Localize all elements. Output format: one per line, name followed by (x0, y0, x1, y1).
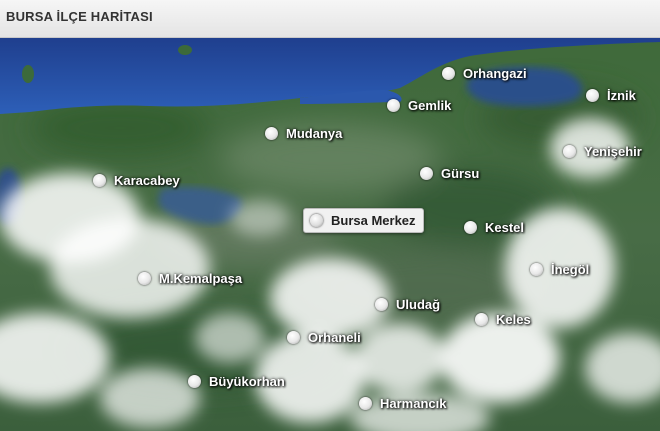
district-label: İnegöl (551, 262, 590, 277)
district-label: Yenişehir (584, 144, 642, 159)
marker-dot-icon (442, 67, 455, 80)
district-marker[interactable]: Büyükorhan (188, 374, 285, 389)
district-marker[interactable]: Bursa Merkez (303, 208, 424, 233)
marker-dot-icon (387, 99, 400, 112)
marker-dot-icon (464, 221, 477, 234)
district-label: Karacabey (114, 173, 180, 188)
marker-dot-icon (563, 145, 576, 158)
district-map[interactable]: Orhangazi İznik Gemlik Mudanya Yenişehir Kara… (0, 38, 660, 431)
marker-dot-icon (375, 298, 388, 311)
marker-dot-icon (265, 127, 278, 140)
marker-dot-icon (93, 174, 106, 187)
district-label: Kestel (485, 220, 525, 235)
district-label: İznik (607, 88, 636, 103)
district-marker[interactable]: Gemlik (387, 98, 451, 113)
district-label: Büyükorhan (209, 374, 285, 389)
district-label: Harmancık (380, 396, 447, 411)
district-marker[interactable]: Kestel (464, 220, 524, 235)
district-label: Gürsu (441, 166, 480, 181)
district-marker[interactable]: Orhangazi (442, 66, 527, 81)
district-label: Orhaneli (308, 330, 361, 345)
district-label: Keles (496, 312, 531, 327)
marker-dot-icon (475, 313, 488, 326)
district-marker[interactable]: Yenişehir (563, 144, 642, 159)
marker-dot-icon (530, 263, 543, 276)
marker-dot-icon (310, 214, 323, 227)
district-marker[interactable]: Mudanya (265, 126, 342, 141)
marker-dot-icon (287, 331, 300, 344)
district-marker[interactable]: İznik (586, 88, 636, 103)
district-label: M.Kemalpaşa (159, 271, 243, 286)
district-marker[interactable]: M.Kemalpaşa (138, 271, 242, 286)
marker-dot-icon (138, 272, 151, 285)
district-marker[interactable]: Keles (475, 312, 531, 327)
district-label: Uludağ (396, 297, 441, 312)
marker-dot-icon (586, 89, 599, 102)
district-marker[interactable]: İnegöl (530, 262, 589, 277)
district-label: Gemlik (408, 98, 452, 113)
district-label: Mudanya (286, 126, 343, 141)
district-marker[interactable]: Uludağ (375, 297, 440, 312)
satellite-map-background (0, 38, 660, 431)
district-marker[interactable]: Karacabey (93, 173, 180, 188)
district-label: Bursa Merkez (331, 213, 416, 228)
district-label: Orhangazi (463, 66, 527, 81)
header-bar: BURSA İLÇE HARİTASI (0, 0, 660, 38)
district-marker[interactable]: Gürsu (420, 166, 479, 181)
page-title: BURSA İLÇE HARİTASI (6, 9, 153, 24)
district-marker[interactable]: Orhaneli (287, 330, 361, 345)
district-marker[interactable]: Harmancık (359, 396, 446, 411)
marker-dot-icon (188, 375, 201, 388)
marker-dot-icon (420, 167, 433, 180)
marker-dot-icon (359, 397, 372, 410)
